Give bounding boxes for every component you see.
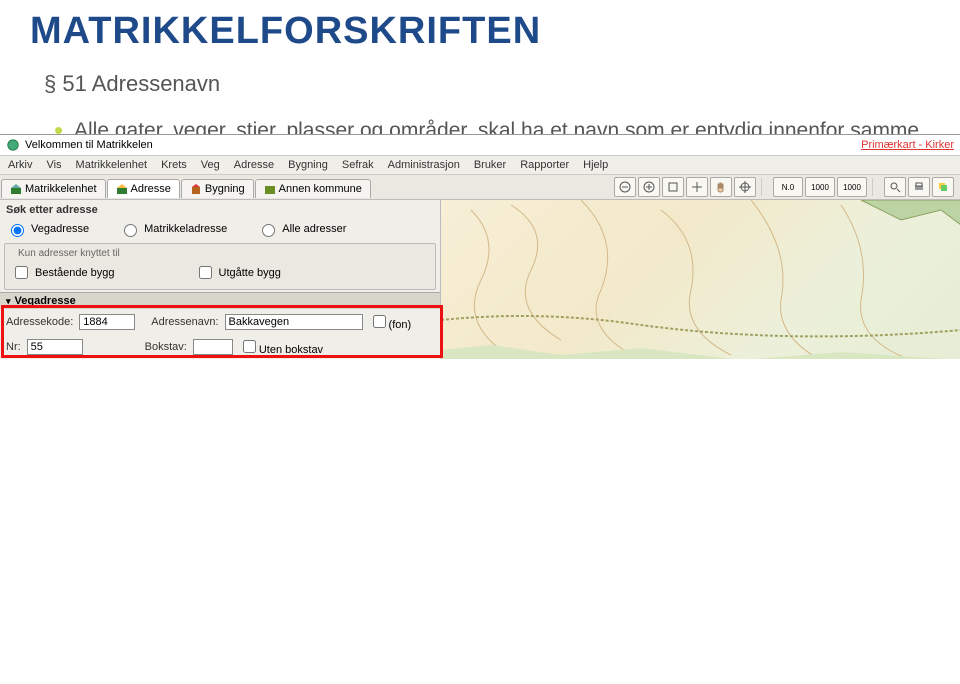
matrikkelenhet-icon (10, 183, 22, 195)
adressekode-input[interactable] (79, 314, 135, 330)
menu-matrikkelenhet[interactable]: Matrikkelenhet (76, 159, 148, 171)
tab-label: Annen kommune (279, 183, 362, 195)
menu-bruker[interactable]: Bruker (474, 159, 506, 171)
radio-matrikkeladresse[interactable]: Matrikkeladresse (119, 221, 227, 237)
chk-uten-bokstav-input[interactable] (243, 340, 256, 353)
adresse-icon (116, 183, 128, 195)
adressekode-label: Adressekode: (6, 316, 73, 328)
search-button[interactable] (884, 177, 906, 197)
bokstav-input[interactable] (193, 339, 233, 355)
chk-bestaaende-input[interactable] (15, 266, 28, 279)
search-panel-title: Søk etter adresse (0, 200, 440, 220)
zoom-out-button[interactable] (614, 177, 636, 197)
radio-vegadresse[interactable]: Vegadresse (6, 221, 89, 237)
chk-utgaatte-input[interactable] (199, 266, 212, 279)
page-title: MATRIKKELFORSKRIFTEN (30, 10, 930, 53)
tab-bygning[interactable]: Bygning (181, 179, 254, 198)
scale-button-2[interactable]: 1000 (805, 177, 835, 197)
radio-alle-input[interactable] (262, 224, 275, 237)
menu-sefrak[interactable]: Sefrak (342, 159, 374, 171)
adressenavn-label: Adressenavn: (151, 316, 218, 328)
chk-bestaaende[interactable]: Bestående bygg (11, 263, 115, 282)
vegadresse-section-header[interactable]: ▾ Vegadresse (0, 292, 440, 309)
scale-button-3[interactable]: 1000 (837, 177, 867, 197)
radio-alle[interactable]: Alle adresser (257, 221, 346, 237)
chk-fon[interactable]: (fon) (369, 312, 412, 331)
tab-annen-kommune[interactable]: Annen kommune (255, 179, 371, 198)
zoom-in-button[interactable] (638, 177, 660, 197)
filter-legend: Kun adresser knyttet til (15, 248, 123, 259)
print-button[interactable] (908, 177, 930, 197)
menu-veg[interactable]: Veg (201, 159, 220, 171)
menu-arkiv[interactable]: Arkiv (8, 159, 32, 171)
section-label: § 51 Adressenavn (44, 71, 930, 97)
search-panel: Søk etter adresse Vegadresse Matrikkelad… (0, 200, 441, 359)
tab-label: Adresse (131, 183, 171, 195)
title-bar: Velkommen til Matrikkelen Primærkart - K… (0, 135, 960, 156)
menu-bar: Arkiv Vis Matrikkelenhet Krets Veg Adres… (0, 156, 960, 175)
extent-button[interactable] (662, 177, 684, 197)
menu-hjelp[interactable]: Hjelp (583, 159, 608, 171)
layers-button[interactable] (932, 177, 954, 197)
bygning-icon (190, 183, 202, 195)
window-title: Velkommen til Matrikkelen (25, 139, 153, 151)
adressenavn-input[interactable] (225, 314, 363, 330)
chk-uten-bokstav[interactable]: Uten bokstav (239, 337, 323, 356)
top-right-link[interactable]: Primærkart - Kirker (861, 139, 954, 151)
chk-fon-input[interactable] (373, 315, 386, 328)
pan-button[interactable] (686, 177, 708, 197)
target-button[interactable] (734, 177, 756, 197)
map-pane[interactable] (441, 200, 960, 359)
hand-button[interactable] (710, 177, 732, 197)
radio-vegadresse-input[interactable] (11, 224, 24, 237)
app-icon (6, 138, 20, 152)
radio-matrikkeladresse-input[interactable] (124, 224, 137, 237)
vegadresse-section-label: Vegadresse (15, 295, 76, 307)
tab-adresse[interactable]: Adresse (107, 179, 180, 198)
tab-bar: Matrikkelenhet Adresse Bygning Annen kom… (0, 177, 371, 198)
nr-input[interactable] (27, 339, 83, 355)
tab-label: Matrikkelenhet (25, 183, 97, 195)
nr-label: Nr: (6, 341, 21, 353)
map-toolbar: N.0 1000 1000 (608, 175, 960, 199)
annen-kommune-icon (264, 183, 276, 195)
menu-rapporter[interactable]: Rapporter (520, 159, 569, 171)
bokstav-label: Bokstav: (145, 341, 187, 353)
menu-administrasjon[interactable]: Administrasjon (388, 159, 460, 171)
tab-label: Bygning (205, 183, 245, 195)
tab-matrikkelenhet[interactable]: Matrikkelenhet (1, 179, 106, 198)
collapse-icon: ▾ (6, 296, 11, 307)
menu-adresse[interactable]: Adresse (234, 159, 274, 171)
menu-bygning[interactable]: Bygning (288, 159, 328, 171)
scale-button-1[interactable]: N.0 (773, 177, 803, 197)
app-window: Velkommen til Matrikkelen Primærkart - K… (0, 134, 960, 359)
chk-utgaatte[interactable]: Utgåtte bygg (195, 263, 281, 282)
menu-vis[interactable]: Vis (46, 159, 61, 171)
menu-krets[interactable]: Krets (161, 159, 187, 171)
